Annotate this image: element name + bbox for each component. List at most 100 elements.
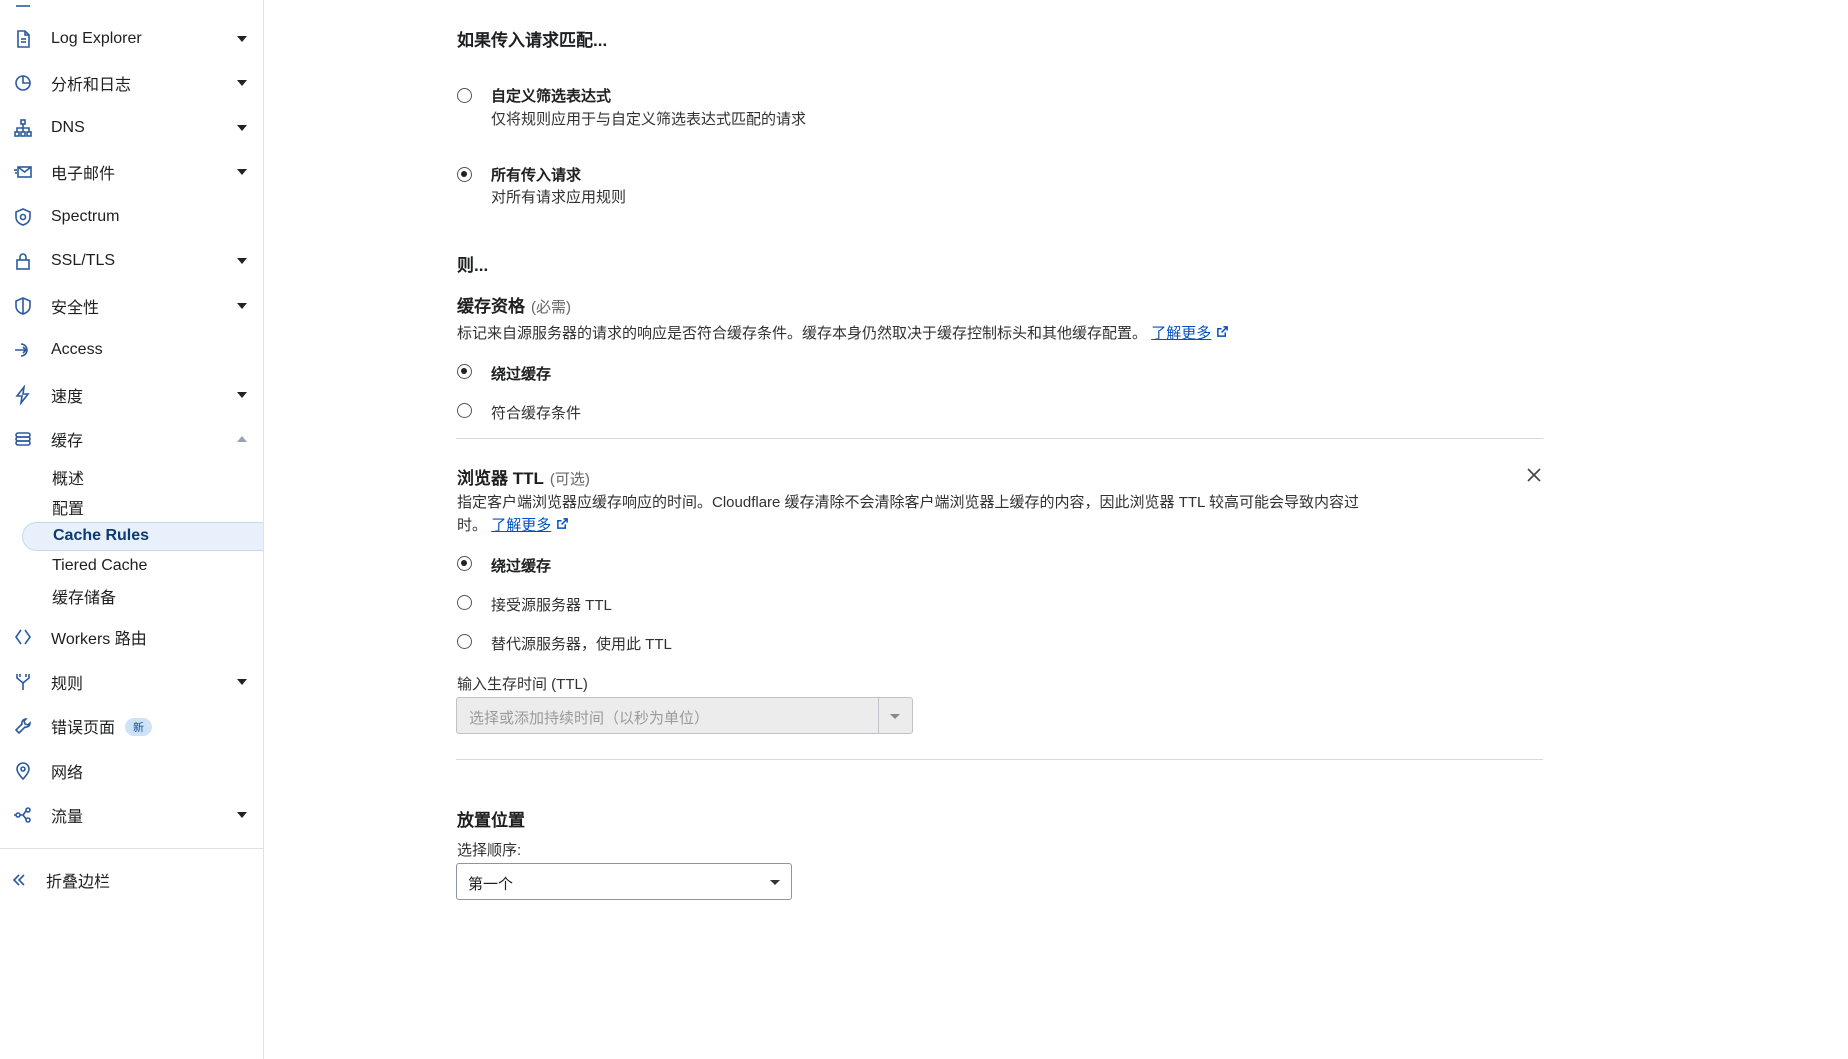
sidebar-item-label: 网络 [51,765,84,782]
chevron-down-icon[interactable] [890,714,900,719]
sidebar-subitem-tiered-cache[interactable]: Tiered Cache [52,552,147,580]
sidebar-item-label: DNS [51,119,85,136]
lightning-icon [12,384,34,406]
sidebar-item-rules[interactable]: 规则 [0,662,263,702]
sidebar-item-label: Workers 路由 [51,631,147,648]
order-select[interactable]: 第一个 [456,863,792,900]
cache-eligibility-desc: 标记来自源服务器的请求的响应是否符合缓存条件。缓存本身仍然取决于缓存控制标头和其… [457,322,1229,345]
sidebar-item-label: 速度 [51,389,84,406]
collapse-sidebar-button[interactable]: 折叠边栏 [0,860,263,900]
external-link-icon [556,514,569,529]
sidebar-item-label: Log Explorer [51,30,142,47]
ttl-duration-combobox[interactable]: 选择或添加持续时间（以秒为单位） [456,697,913,734]
ttl-field-label: 输入生存时间 (TTL) [457,676,588,693]
match-heading: 如果传入请求匹配... [457,31,608,50]
sidebar-item-label: 电子邮件 [51,166,116,183]
ttl-override-label: 替代源服务器，使用此 TTL [491,636,672,653]
main-content: 如果传入请求匹配... 自定义筛选表达式 仅将规则应用于与自定义筛选表达式匹配的… [264,0,1848,1059]
browser-ttl-desc: 指定客户端浏览器应缓存响应的时间。Cloudflare 缓存清除不会清除客户端浏… [457,494,1359,534]
email-icon [12,161,34,183]
sidebar-item-partial[interactable] [0,0,263,18]
sidebar-item-label: 规则 [51,676,84,693]
eligibility-bypass-label: 绕过缓存 [491,366,552,383]
close-icon[interactable] [1525,466,1543,484]
sidebar-item-label: 缓存 [51,433,84,450]
sidebar-subitem-overview[interactable]: 概述 [52,463,84,491]
radio-eligibility-bypass[interactable] [457,364,472,379]
ttl-duration-placeholder: 选择或添加持续时间（以秒为单位） [469,710,710,727]
custom-filter-desc: 仅将规则应用于与自定义筛选表达式匹配的请求 [491,111,807,128]
chevron-down-icon [237,169,247,175]
sidebar-item-spectrum[interactable]: Spectrum [0,197,263,237]
dns-network-icon [12,117,34,139]
chevron-down-icon [237,812,247,818]
workers-icon [12,626,34,648]
learn-more-link[interactable]: 了解更多 [491,517,551,534]
radio-custom-filter[interactable] [457,88,472,103]
location-pin-icon [12,760,34,782]
chevron-down-icon [237,303,247,309]
sidebar-item-label: Spectrum [51,208,120,225]
double-chevron-left-icon [8,869,30,891]
sidebar-item-dns[interactable]: DNS [0,108,263,148]
order-select-value: 第一个 [468,876,514,893]
section-divider [456,759,1543,760]
sidebar-subitem-cache-reserve[interactable]: 缓存储备 [52,582,116,610]
lock-icon [12,250,34,272]
sidebar-item-label: 流量 [51,809,84,826]
sidebar-item-email[interactable]: 电子邮件 [0,152,263,192]
spectrum-shield-icon [12,206,34,228]
all-requests-title: 所有传入请求 [491,167,582,184]
custom-filter-title: 自定义筛选表达式 [491,88,612,105]
shield-icon [12,295,34,317]
access-arrow-icon [12,339,34,361]
sidebar-subitem-cache-rules[interactable]: Cache Rules [22,522,263,551]
required-qualifier: (必需) [531,299,571,316]
ttl-respect-origin-label: 接受源服务器 TTL [491,597,612,614]
chevron-up-icon [237,436,247,442]
radio-eligibility-eligible[interactable] [457,403,472,418]
log-explorer-icon [12,28,34,50]
sidebar-item-ssl-tls[interactable]: SSL/TLS [0,241,263,281]
collapse-sidebar-label: 折叠边栏 [46,874,111,891]
radio-ttl-respect-origin[interactable] [457,595,472,610]
analytics-icon [12,72,34,94]
sidebar-item-error-pages[interactable]: 错误页面新 [0,706,263,746]
sidebar-subitem-configuration[interactable]: 配置 [52,493,84,521]
external-link-icon [1216,322,1229,337]
ttl-bypass-label: 绕过缓存 [491,558,552,575]
chevron-down-icon [237,80,247,86]
sidebar-item-log-explorer[interactable]: Log Explorer [0,19,263,59]
then-heading: 则... [457,256,489,275]
placement-title: 放置位置 [457,811,525,830]
radio-ttl-override[interactable] [457,634,472,649]
browser-ttl-title: 浏览器 TTL (可选) [457,469,590,488]
learn-more-link[interactable]: 了解更多 [1151,325,1211,342]
sidebar: Log Explorer 分析和日志 DNS 电子邮件 Spectrum SSL [0,0,264,1059]
chevron-down-icon [237,679,247,685]
sidebar-item-traffic[interactable]: 流量 [0,795,263,835]
radio-ttl-bypass[interactable] [457,556,472,571]
all-requests-desc: 对所有请求应用规则 [491,189,627,206]
sidebar-item-label: Access [51,341,103,358]
chevron-down-icon [237,36,247,42]
sidebar-item-cache[interactable]: 缓存 [0,419,263,459]
sidebar-item-network[interactable]: 网络 [0,751,263,791]
sidebar-item-speed[interactable]: 速度 [0,375,263,415]
sidebar-item-analytics[interactable]: 分析和日志 [0,63,263,103]
cache-stack-icon [12,428,34,450]
cache-eligibility-title: 缓存资格 (必需) [457,297,571,316]
order-label: 选择顺序: [457,842,522,859]
section-divider [456,438,1543,439]
sidebar-item-label: SSL/TLS [51,252,116,269]
sidebar-item-workers-routes[interactable]: Workers 路由 [0,617,263,657]
optional-qualifier: (可选) [549,471,590,488]
sidebar-item-security[interactable]: 安全性 [0,286,263,326]
radio-all-requests[interactable] [457,167,472,182]
rules-fork-icon [12,671,34,693]
traffic-icon [12,804,34,826]
chevron-down-icon [237,125,247,131]
sidebar-item-access[interactable]: Access [0,330,263,370]
sidebar-divider [0,848,263,849]
chevron-down-icon [237,258,247,264]
